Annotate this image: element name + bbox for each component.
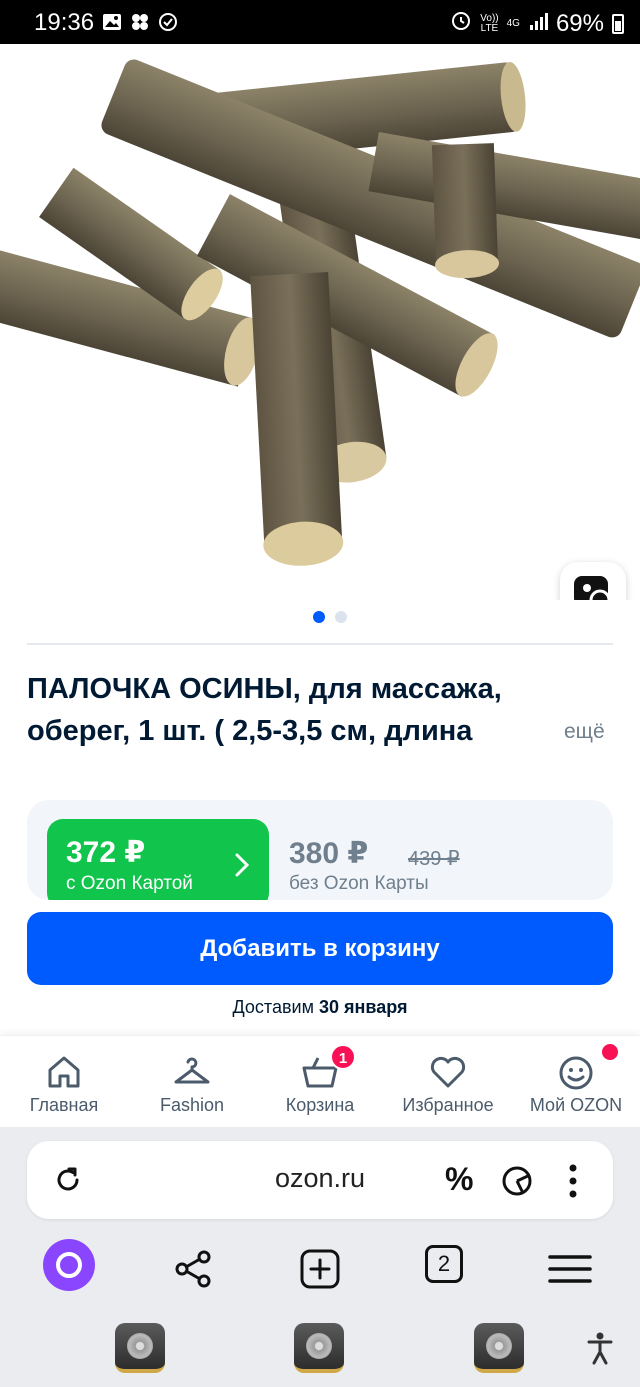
system-taskbar: [0, 1313, 640, 1387]
smile-icon: [556, 1052, 596, 1092]
delivery-info: Доставим 30 января: [0, 997, 640, 1018]
nav-item-cart[interactable]: 1 Корзина: [256, 1036, 384, 1128]
apps-icon: [130, 12, 150, 32]
product-image[interactable]: [0, 44, 640, 600]
carousel-dot-active[interactable]: [313, 611, 325, 623]
alarm-icon: [450, 9, 472, 38]
share-icon[interactable]: [168, 1243, 220, 1295]
ozon-card-price-button[interactable]: 372 ₽ с Ozon Картой: [47, 819, 269, 900]
nav-label-home: Главная: [29, 1095, 99, 1115]
image-search-button[interactable]: [560, 562, 626, 600]
browser-toolbar: 2: [0, 1237, 640, 1297]
product-title-line-2: оберег, 1 шт. ( 2,5-3,5 см, длина: [27, 715, 473, 747]
hanger-icon: [172, 1052, 212, 1092]
nav-label-favorites: Избранное: [402, 1095, 494, 1115]
ozon-card-label: с Ozon Картой: [66, 873, 193, 894]
menu-icon[interactable]: [544, 1243, 596, 1295]
gallery-icon: [102, 12, 122, 32]
more-vertical-icon[interactable]: [567, 1163, 579, 1199]
nav-item-favorites[interactable]: Избранное: [384, 1036, 512, 1128]
notification-dot: [600, 1042, 620, 1062]
nav-label-fashion: Fashion: [159, 1095, 225, 1115]
carousel-indicator: [313, 611, 347, 623]
show-more-link[interactable]: ещё: [564, 720, 605, 744]
new-tab-icon[interactable]: [294, 1243, 346, 1295]
delivery-date: 30 января: [318, 997, 408, 1017]
heart-icon: [428, 1052, 468, 1092]
add-to-cart-button[interactable]: Добавить в корзину: [27, 912, 613, 985]
price-card: 372 ₽ с Ozon Картой 380 ₽ 439 ₽ без Ozon…: [27, 800, 613, 900]
product-title: ПАЛОЧКА ОСИНЫ, для массажа, оберег, 1 шт…: [27, 668, 547, 752]
discount-icon[interactable]: %: [445, 1161, 473, 1198]
browser-chrome: ozon.ru % 2: [0, 1127, 640, 1387]
nav-label-my-ozon: Мой OZON: [529, 1095, 623, 1115]
regular-price-label: без Ozon Карты: [289, 873, 429, 894]
status-time: 19:36: [34, 9, 95, 36]
home-icon: [44, 1052, 84, 1092]
regular-price: 380 ₽: [289, 837, 369, 870]
old-price: 439 ₽: [408, 848, 460, 870]
ozon-card-price: 372 ₽: [66, 836, 146, 869]
image-search-icon: [570, 570, 616, 600]
lte-label: LTE: [480, 22, 499, 34]
aspen-sticks-image: [0, 59, 640, 566]
app-shortcut-icon-3[interactable]: [474, 1323, 524, 1373]
product-title-line-1: ПАЛОЧКА ОСИНЫ, для массажа,: [27, 673, 502, 705]
tabs-counter[interactable]: 2: [425, 1245, 463, 1283]
address-bar[interactable]: ozon.ru %: [27, 1141, 613, 1219]
nav-label-cart: Корзина: [285, 1095, 355, 1115]
app-shortcut-icon-2[interactable]: [294, 1323, 344, 1373]
delivery-prefix: Доставим: [232, 997, 314, 1017]
bottom-navigation: Главная Fashion 1 Корзина Избранное Мой …: [0, 1035, 640, 1127]
alice-assistant-icon[interactable]: [43, 1239, 95, 1291]
protect-icon[interactable]: [501, 1165, 533, 1197]
battery-icon: [612, 13, 624, 34]
cart-badge: 1: [330, 1044, 356, 1070]
signal-icon: [528, 10, 548, 38]
accessibility-icon[interactable]: [585, 1331, 615, 1365]
battery-percent: 69%: [555, 9, 604, 37]
nav-item-home[interactable]: Главная: [0, 1036, 128, 1128]
chevron-right-icon: [235, 853, 250, 884]
divider: [27, 643, 613, 645]
network-type: 4G: [506, 17, 520, 29]
check-circle-icon: [158, 12, 178, 32]
status-bar: 19:36 Vo)) LTE 4G 69%: [0, 0, 640, 44]
nav-item-fashion[interactable]: Fashion: [128, 1036, 256, 1128]
app-shortcut-icon-1[interactable]: [115, 1323, 165, 1373]
carousel-dot[interactable]: [335, 611, 347, 623]
nav-item-my-ozon[interactable]: Мой OZON: [512, 1036, 640, 1128]
